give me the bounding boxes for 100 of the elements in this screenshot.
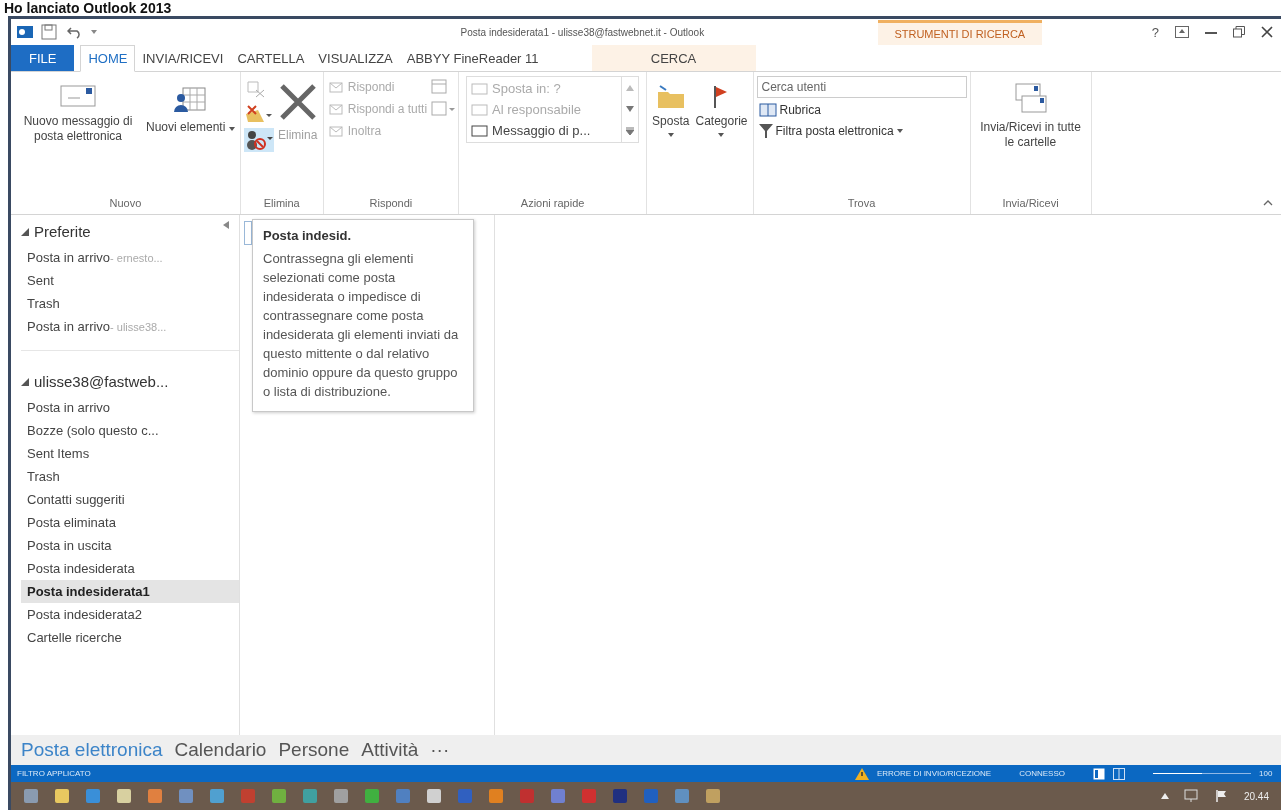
scroll-down-icon[interactable] [626, 105, 635, 112]
folder-item[interactable]: Posta in arrivo- ulisse38... [21, 315, 239, 338]
filter-email-button[interactable]: Filtra posta elettronica [756, 122, 905, 140]
ribbon-display-icon[interactable] [1175, 26, 1189, 38]
send-receive-all-button[interactable]: Invia/Ricevi in tutte le cartelle [973, 76, 1088, 150]
folder-item[interactable]: Contatti suggeriti [21, 488, 239, 511]
nav-item[interactable]: ··· [428, 739, 452, 761]
taskbar-app-icon[interactable] [54, 788, 70, 804]
group-label: Invia/Ricevi [1001, 196, 1060, 211]
junk-button[interactable] [243, 128, 274, 152]
ribbon-tab[interactable]: INVIA/RICEVI [135, 45, 231, 71]
folder-item[interactable]: Trash [21, 292, 239, 315]
dropdown-caret-icon [718, 133, 725, 137]
ribbon-tab[interactable]: CARTELLA [230, 45, 312, 71]
save-icon[interactable] [41, 24, 59, 40]
tray-arrow-icon[interactable] [1160, 793, 1169, 799]
outlook-app-icon [17, 24, 33, 40]
taskbar-app-icon[interactable] [23, 788, 39, 804]
ribbon-tab[interactable]: CERCA [591, 45, 756, 71]
close-icon[interactable] [1261, 26, 1273, 38]
meeting-icon[interactable] [431, 78, 450, 96]
taskbar-app-icon[interactable] [209, 788, 225, 804]
help-button[interactable]: ? [1151, 24, 1159, 40]
folder-item[interactable]: Posta indesiderata [21, 557, 239, 580]
taskbar-app-icon[interactable] [178, 788, 194, 804]
reply-envelope-icon [328, 124, 345, 138]
group-label: Nuovo [108, 196, 143, 211]
delete-x-icon [277, 82, 318, 122]
search-people-field[interactable]: Cerca utenti [756, 76, 967, 98]
folder-item[interactable]: Trash [21, 465, 239, 488]
taskbar-app-icon[interactable] [426, 788, 442, 804]
ribbon-tab[interactable]: FILE [11, 45, 75, 71]
taskbar-app-icon[interactable] [550, 788, 566, 804]
folder-item[interactable]: Posta in uscita [21, 534, 239, 557]
minimize-icon[interactable] [1205, 30, 1217, 34]
warning-icon [854, 767, 869, 780]
taskbar-app-icon[interactable] [147, 788, 163, 804]
nav-item[interactable]: Persone [276, 739, 352, 761]
taskbar-app-icon[interactable] [271, 788, 287, 804]
filter-status: FILTRO APPLICATO [17, 769, 91, 778]
taskbar-app-icon[interactable] [364, 788, 380, 804]
customize-caret-icon[interactable] [91, 30, 97, 34]
scroll-up-icon[interactable] [626, 84, 635, 91]
taskbar-app-icon[interactable] [705, 788, 721, 804]
restore-icon[interactable] [1233, 26, 1245, 38]
move-button[interactable]: Sposta [650, 76, 692, 137]
folder-item[interactable]: Bozze (solo questo c... [21, 419, 239, 442]
dropdown-caret-icon [228, 127, 235, 131]
dropdown-caret-icon [667, 133, 674, 137]
ribbon-tab[interactable]: HOME [80, 45, 136, 72]
taskbar-clock[interactable]: 20.44 [1243, 790, 1269, 802]
new-email-button[interactable]: Nuovo messaggio di posta elettronica [14, 76, 142, 144]
reply-envelope-icon [328, 102, 345, 116]
folder-item[interactable]: Cartelle ricerche [21, 626, 239, 649]
folder-item[interactable]: Sent Items [21, 442, 239, 465]
normal-view-icon[interactable] [1093, 767, 1105, 780]
folder-item[interactable]: Posta indesiderata2 [21, 603, 239, 626]
taskbar-app-icon[interactable] [85, 788, 101, 804]
collapse-ribbon-icon[interactable] [1263, 200, 1273, 206]
address-book-button[interactable]: Rubrica [756, 101, 823, 119]
reading-view-icon[interactable] [1113, 767, 1125, 780]
expand-triangle-icon[interactable] [21, 227, 29, 236]
clean-up-icon[interactable] [243, 102, 272, 124]
folder-section-header[interactable]: ulisse38@fastweb... [34, 373, 169, 390]
new-items-button[interactable]: Nuovi elementi [144, 76, 237, 135]
folder-item[interactable]: Posta in arrivo [21, 396, 239, 419]
quick-step-icon [471, 81, 490, 96]
folder-item[interactable]: Sent [21, 269, 239, 292]
nav-item[interactable]: Attività [359, 739, 421, 761]
nav-item[interactable]: Calendario [172, 739, 269, 761]
network-icon[interactable] [1183, 789, 1200, 803]
connection-status: CONNESSO [1019, 769, 1065, 778]
folder-item[interactable]: Posta indesiderata1 [21, 580, 239, 603]
folder-item[interactable]: Posta eliminata [21, 511, 239, 534]
taskbar-app-icon[interactable] [612, 788, 628, 804]
more-actions-icon[interactable] [431, 100, 456, 118]
quick-step-icon [471, 123, 490, 138]
folder-icon [655, 84, 686, 110]
group-label: Rispondi [368, 196, 414, 211]
taskbar-app-icon[interactable] [488, 788, 504, 804]
flag-tray-icon[interactable] [1214, 789, 1229, 803]
send-receive-error-status[interactable]: ERRORE DI INVIO/RICEZIONE [876, 769, 992, 778]
taskbar-app-icon[interactable] [302, 788, 318, 804]
send-receive-icon [1013, 82, 1048, 114]
zoom-level[interactable]: 100 [1259, 769, 1275, 778]
categorize-button[interactable]: Categorie [693, 76, 750, 137]
taskbar-app-icon[interactable] [116, 788, 132, 804]
reply-envelope-icon [328, 80, 345, 94]
folder-section-header[interactable]: Preferite [34, 223, 91, 240]
ribbon-tab[interactable]: VISUALIZZA [311, 45, 400, 71]
undo-icon[interactable] [67, 25, 83, 39]
taskbar-app-icon[interactable] [674, 788, 690, 804]
quick-step-button[interactable]: Messaggio di p... [469, 121, 620, 140]
collapse-pane-icon[interactable] [223, 221, 229, 229]
folder-item[interactable]: Posta in arrivo- ernesto... [21, 246, 239, 269]
expand-gallery-icon[interactable] [626, 126, 635, 135]
taskbar-app-icon[interactable] [333, 788, 349, 804]
expand-triangle-icon[interactable] [21, 377, 29, 386]
tooltip-title: Posta indesid. [263, 227, 353, 245]
ribbon-tab[interactable]: ABBYY FineReader 11 [399, 45, 546, 71]
